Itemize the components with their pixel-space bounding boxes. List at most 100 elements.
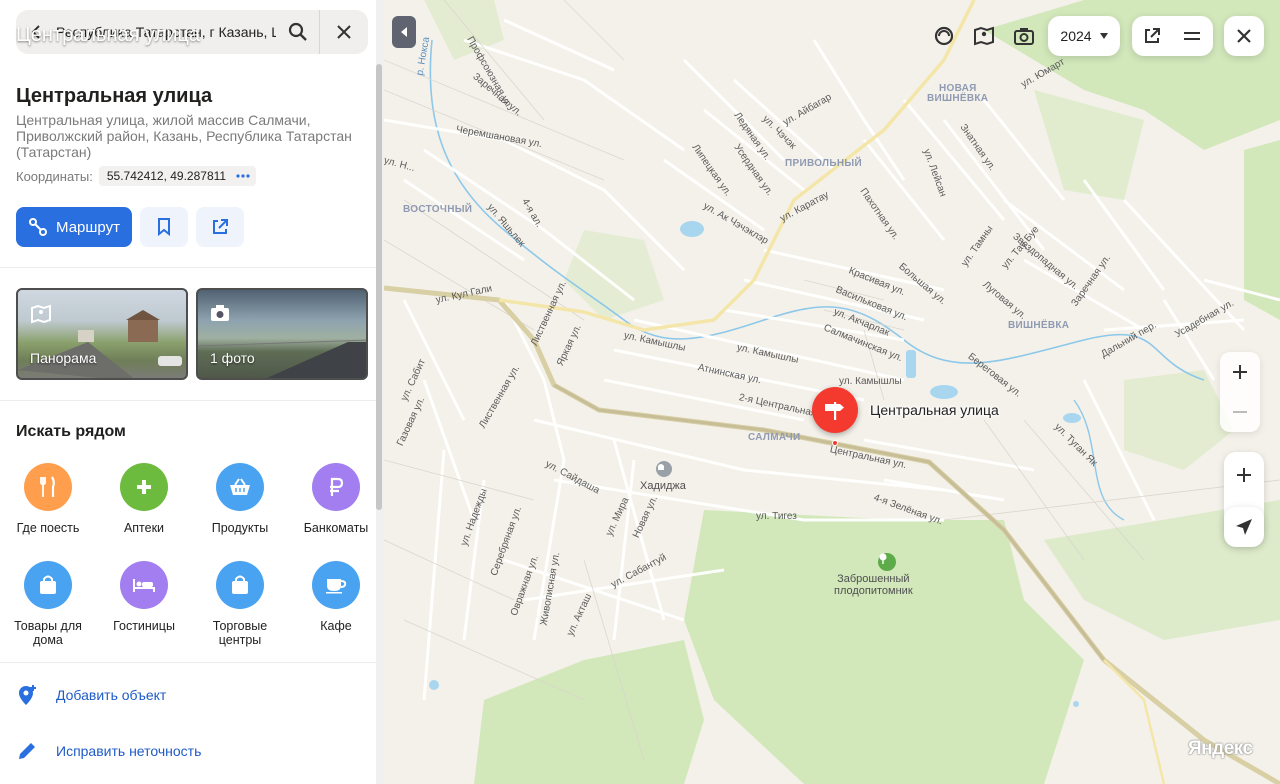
traffic-icon xyxy=(934,26,954,46)
divider xyxy=(0,400,376,401)
back-button[interactable] xyxy=(16,10,56,54)
coordinates-value-box[interactable]: 55.742412, 49.287811 xyxy=(98,166,257,186)
fix-error-link[interactable]: Исправить неточность xyxy=(16,740,201,762)
nearby-food[interactable]: Где поесть xyxy=(0,463,96,535)
close-button[interactable] xyxy=(1224,16,1264,56)
chevron-left-icon xyxy=(31,25,40,39)
photo-layer-button[interactable] xyxy=(1004,16,1044,56)
pin-label: Центральная улица xyxy=(870,402,999,418)
fork-knife-icon xyxy=(24,463,72,511)
minus-icon xyxy=(1233,411,1247,413)
search-icon xyxy=(288,22,307,41)
share-icon xyxy=(213,219,228,234)
close-icon xyxy=(1237,29,1251,43)
zoom-out-ghost-button[interactable] xyxy=(1220,392,1260,432)
category-label: Банкоматы xyxy=(303,521,369,535)
scrollbar-thumb[interactable] xyxy=(376,64,382,510)
camera-icon xyxy=(211,305,229,321)
signpost-icon xyxy=(825,402,844,420)
panorama-tile[interactable]: Панорама xyxy=(16,288,188,380)
route-button[interactable]: Маршрут xyxy=(16,207,132,247)
my-location-button[interactable] xyxy=(1224,507,1264,547)
pencil-icon xyxy=(19,743,35,759)
year-value: 2024 xyxy=(1060,28,1092,44)
menu-button[interactable] xyxy=(1172,16,1212,56)
category-label: Товары для дома xyxy=(14,619,82,647)
zoom-controls-ghost xyxy=(1220,352,1260,432)
district-label: САЛМАЧИ xyxy=(748,432,801,443)
search-bar xyxy=(16,10,368,54)
basket-icon xyxy=(216,463,264,511)
panorama-label: Панорама xyxy=(30,350,97,366)
zoom-in-ghost-button[interactable] xyxy=(1220,352,1260,392)
street-label: ул. Камышлы xyxy=(839,376,902,387)
bookmark-button[interactable] xyxy=(140,207,188,247)
district-label: ВИШНЁВКА xyxy=(927,93,989,104)
nearby-malls[interactable]: Торговые центры xyxy=(192,561,288,647)
fix-error-label: Исправить неточность xyxy=(56,743,202,759)
location-pin[interactable] xyxy=(812,387,858,433)
poi-label-line: плодопитомник xyxy=(834,585,913,597)
mosque-icon[interactable] xyxy=(656,461,672,477)
tree-icon[interactable] xyxy=(878,553,896,571)
street-label: ул. Тигез xyxy=(756,511,797,522)
menu-icon xyxy=(1184,32,1200,40)
zoom-in-button[interactable] xyxy=(1224,452,1264,498)
more-dots-icon[interactable] xyxy=(236,174,250,178)
coordinates-value: 55.742412, 49.287811 xyxy=(106,169,227,183)
photo-count-label: 1 фото xyxy=(210,350,255,366)
open-external-button[interactable] xyxy=(1132,16,1172,56)
clear-search-button[interactable] xyxy=(320,10,368,54)
photo-tile[interactable]: 1 фото xyxy=(196,288,368,380)
place-title: Центральная улица xyxy=(16,85,213,107)
place-address: Центральная улица, жилой массив Салмачи,… xyxy=(16,112,352,160)
add-location-icon xyxy=(19,685,36,705)
share-menu-group xyxy=(1132,16,1213,56)
nearby-pharmacy[interactable]: Аптеки xyxy=(96,463,192,535)
navigation-arrow-icon xyxy=(1236,519,1252,535)
poi-label-nursery: Заброшенный плодопитомник xyxy=(834,573,913,597)
plus-icon xyxy=(120,463,168,511)
traffic-layer-button[interactable] xyxy=(924,16,964,56)
share-button[interactable] xyxy=(196,207,244,247)
poi-label-line: Заброшенный xyxy=(837,573,910,585)
sidebar-panel: Центральная улица Центральная улица Цент… xyxy=(0,0,384,784)
poi-label-mosque: Хадиджа xyxy=(640,480,686,492)
caret-down-icon xyxy=(1099,33,1108,39)
plus-icon xyxy=(1233,365,1247,379)
search-input[interactable] xyxy=(56,10,276,54)
coordinates-label: Координаты: xyxy=(16,168,93,184)
panorama-icon xyxy=(974,26,994,46)
nearby-atm[interactable]: Банкоматы xyxy=(288,463,384,535)
nearby-cafe[interactable]: Кафе xyxy=(288,561,384,633)
route-icon xyxy=(29,218,48,236)
ruble-icon xyxy=(312,463,360,511)
shopping-bag-icon xyxy=(216,561,264,609)
collapse-panel-button[interactable] xyxy=(392,16,416,48)
year-select[interactable]: 2024 xyxy=(1048,16,1120,56)
divider xyxy=(0,267,376,268)
cup-icon xyxy=(312,561,360,609)
search-button[interactable] xyxy=(276,10,320,54)
panorama-icon xyxy=(31,304,51,324)
close-icon xyxy=(337,25,351,39)
nearby-home-goods[interactable]: Товары для дома xyxy=(0,561,96,647)
camera-icon xyxy=(1014,28,1034,45)
panorama-layer-button[interactable] xyxy=(964,16,1004,56)
coordinates-row: Координаты: 55.742412, 49.287811 xyxy=(16,166,257,186)
nearby-groceries[interactable]: Продукты xyxy=(192,463,288,535)
district-label: ПРИВОЛЬНЫЙ xyxy=(785,158,862,169)
category-label: Аптеки xyxy=(123,521,165,535)
add-object-link[interactable]: Добавить объект xyxy=(16,684,166,706)
divider xyxy=(0,662,376,663)
district-label: ВИШНЁВКА xyxy=(1008,320,1070,331)
external-link-icon xyxy=(1145,28,1160,43)
yandex-logo[interactable]: Яндекс xyxy=(1188,738,1253,760)
category-label: Продукты xyxy=(211,521,269,535)
layers-toolbar xyxy=(924,16,1044,56)
nearby-title: Искать рядом xyxy=(16,423,126,440)
category-label: Гостиницы xyxy=(113,619,175,633)
triangle-left-icon xyxy=(401,27,407,37)
bookmark-icon xyxy=(158,218,170,236)
nearby-hotels[interactable]: Гостиницы xyxy=(96,561,192,633)
